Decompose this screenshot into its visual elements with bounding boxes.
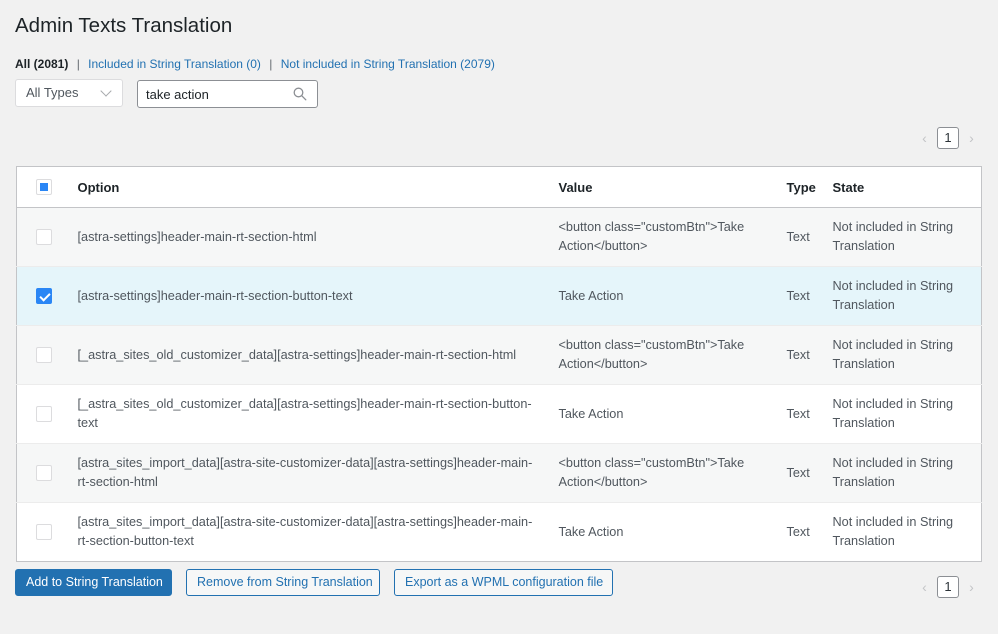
type-cell: Text — [785, 266, 830, 326]
option-cell: [_astra_sites_old_customizer_data][astra… — [68, 384, 551, 444]
state-cell: Not included in String Translation — [829, 502, 982, 562]
table-row[interactable]: [_astra_sites_old_customizer_data][astra… — [16, 325, 982, 385]
prev-page-icon[interactable]: ‹ — [920, 579, 929, 595]
option-cell: [astra-settings]header-main-rt-section-b… — [68, 266, 551, 326]
row-checkbox[interactable] — [36, 524, 52, 541]
pagination-top: ‹ 1 › — [920, 127, 976, 149]
remove-from-string-translation-button[interactable]: Remove from String Translation — [186, 569, 380, 596]
filter-not-included[interactable]: Not included in String Translation (2079… — [281, 57, 495, 71]
filter-all[interactable]: All (2081) — [15, 57, 68, 71]
type-cell: Text — [785, 502, 830, 562]
select-all-cell — [16, 166, 69, 208]
row-checkbox[interactable] — [36, 347, 52, 364]
admin-texts-table: Option Value Type State [astra-settings]… — [16, 166, 982, 562]
type-select-value: All Types — [26, 85, 79, 100]
current-page[interactable]: 1 — [937, 127, 959, 149]
value-cell: <button class="customBtn">Take Action</b… — [550, 325, 786, 385]
filter-separator: | — [76, 57, 80, 71]
current-page[interactable]: 1 — [937, 576, 959, 598]
state-cell: Not included in String Translation — [829, 384, 982, 444]
state-cell: Not included in String Translation — [829, 325, 982, 385]
column-option[interactable]: Option — [68, 166, 551, 208]
table-row[interactable]: [_astra_sites_old_customizer_data][astra… — [16, 384, 982, 444]
chevron-down-icon — [100, 85, 112, 97]
row-checkbox[interactable] — [36, 465, 52, 482]
type-cell: Text — [785, 384, 830, 444]
option-cell: [astra_sites_import_data][astra-site-cus… — [68, 443, 551, 503]
value-cell: Take Action — [550, 502, 786, 562]
filter-included[interactable]: Included in String Translation (0) — [88, 57, 261, 71]
table-header-row: Option Value Type State — [16, 166, 982, 208]
column-value[interactable]: Value — [550, 166, 786, 208]
value-cell: <button class="customBtn">Take Action</b… — [550, 443, 786, 503]
type-cell: Text — [785, 443, 830, 503]
export-wpml-config-button[interactable]: Export as a WPML configuration file — [394, 569, 613, 596]
column-state[interactable]: State — [829, 166, 982, 208]
status-filters: All (2081) | Included in String Translat… — [15, 57, 495, 71]
type-select[interactable]: All Types — [15, 79, 123, 107]
state-cell: Not included in String Translation — [829, 443, 982, 503]
search-icon[interactable] — [293, 87, 307, 101]
next-page-icon[interactable]: › — [967, 130, 976, 146]
type-cell: Text — [785, 325, 830, 385]
select-all-checkbox[interactable] — [36, 179, 52, 196]
next-page-icon[interactable]: › — [967, 579, 976, 595]
option-cell: [astra-settings]header-main-rt-section-h… — [68, 207, 551, 267]
value-cell: <button class="customBtn">Take Action</b… — [550, 207, 786, 267]
table-row[interactable]: [astra_sites_import_data][astra-site-cus… — [16, 502, 982, 562]
column-type[interactable]: Type — [785, 166, 830, 208]
prev-page-icon[interactable]: ‹ — [920, 130, 929, 146]
value-cell: Take Action — [550, 384, 786, 444]
search-input[interactable] — [138, 81, 288, 107]
option-cell: [astra_sites_import_data][astra-site-cus… — [68, 502, 551, 562]
state-cell: Not included in String Translation — [829, 207, 982, 267]
state-cell: Not included in String Translation — [829, 266, 982, 326]
row-checkbox[interactable] — [36, 288, 52, 305]
option-cell: [_astra_sites_old_customizer_data][astra… — [68, 325, 551, 385]
table-row[interactable]: [astra-settings]header-main-rt-section-b… — [16, 266, 982, 326]
row-checkbox[interactable] — [36, 406, 52, 423]
table-row[interactable]: [astra_sites_import_data][astra-site-cus… — [16, 443, 982, 503]
filter-separator: | — [269, 57, 273, 71]
pagination-bottom: ‹ 1 › — [920, 576, 976, 598]
row-checkbox[interactable] — [36, 229, 52, 246]
search-field[interactable] — [137, 80, 318, 108]
type-cell: Text — [785, 207, 830, 267]
page-title: Admin Texts Translation — [15, 14, 233, 37]
add-to-string-translation-button[interactable]: Add to String Translation — [15, 569, 172, 596]
value-cell: Take Action — [550, 266, 786, 326]
table-row[interactable]: [astra-settings]header-main-rt-section-h… — [16, 207, 982, 267]
